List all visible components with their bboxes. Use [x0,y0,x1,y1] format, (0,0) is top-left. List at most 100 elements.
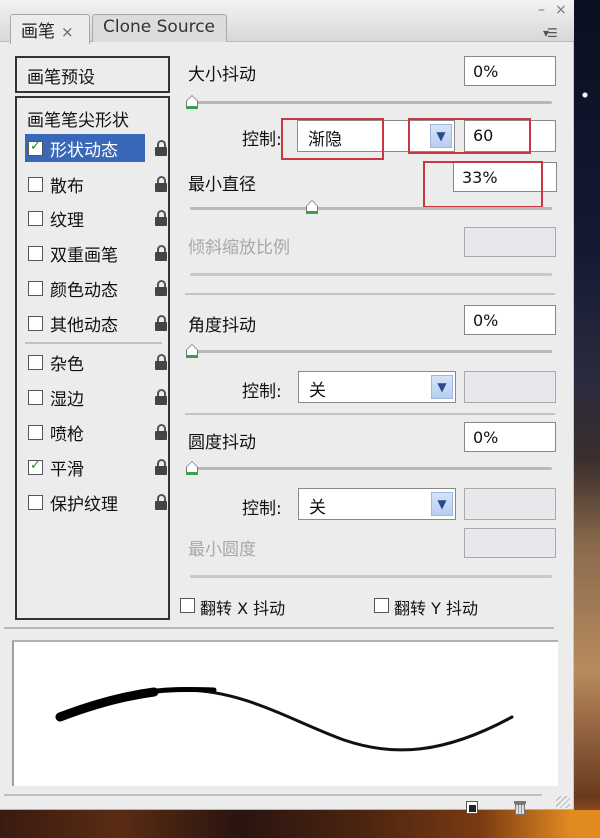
preview-divider [4,627,554,629]
stroke-preview-svg [55,686,514,752]
roundness-jitter-input[interactable]: 0% [464,422,556,452]
lock-icon[interactable] [155,354,169,370]
lock-icon[interactable] [155,176,169,192]
checkbox-noise[interactable] [28,355,43,370]
brush-stroke-preview [12,640,558,786]
panel-titlebar: 画笔 × Clone Source – × ▾☰ [0,0,574,44]
angle-control-value: 关 [309,381,326,401]
list-item-texture[interactable]: 纹理 [25,204,167,232]
lock-icon[interactable] [155,140,169,156]
size-jitter-slider[interactable] [190,101,552,104]
tab-brushes[interactable]: 画笔 × [10,14,90,44]
annotation-box-steps [408,118,531,154]
list-item-smoothing[interactable]: 平滑 [25,453,167,481]
angle-control-select[interactable]: 关 ▼ [298,371,456,403]
size-jitter-label: 大小抖动 [188,65,256,85]
panel-menu-icon[interactable]: ▾☰ [543,26,558,40]
list-item-label: 形状动态 [50,141,118,161]
roundness-jitter-label: 圆度抖动 [188,433,256,453]
list-item-label: 其他动态 [50,316,118,336]
list-item-label: 颜色动态 [50,281,118,301]
list-item-other-dynamics[interactable]: 其他动态 [25,309,167,337]
brush-presets-button[interactable]: 画笔预设 [15,56,170,93]
tilt-scale-label: 倾斜缩放比例 [188,238,290,258]
lock-icon[interactable] [155,389,169,405]
size-jitter-slider-thumb[interactable] [186,95,198,110]
angle-jitter-slider-thumb[interactable] [186,344,198,359]
lock-icon[interactable] [155,210,169,226]
list-divider [25,342,162,344]
min-diameter-slider[interactable] [190,207,552,210]
list-item-label: 散布 [50,177,84,197]
checkbox-smoothing[interactable] [28,458,43,475]
flip-y-checkbox[interactable] [374,598,389,613]
roundness-control-select[interactable]: 关 ▼ [298,488,456,520]
lock-icon[interactable] [155,494,169,510]
list-item-dual-brush[interactable]: 双重画笔 [25,239,167,267]
section-divider [185,293,555,295]
background-bottom-strip [0,810,600,838]
list-item-color-dynamics[interactable]: 颜色动态 [25,274,167,302]
chevron-down-icon[interactable]: ▼ [431,492,453,516]
list-item-scattering[interactable]: 散布 [25,170,167,198]
annotation-box-control [281,118,384,160]
brush-presets-label: 画笔预设 [27,68,95,88]
list-item-protect-texture[interactable]: 保护纹理 [25,488,167,516]
resize-grip[interactable] [556,796,570,808]
checkbox-airbrush[interactable] [28,425,43,440]
roundness-jitter-slider-thumb[interactable] [186,461,198,476]
checkbox-scattering[interactable] [28,177,43,192]
checkbox-shape-dynamics[interactable] [28,139,43,156]
list-item-label: 杂色 [50,355,84,375]
angle-jitter-slider[interactable] [190,350,552,353]
tab-clone-source[interactable]: Clone Source [92,14,227,42]
lock-icon[interactable] [155,315,169,331]
checkbox-color-dynamics[interactable] [28,281,43,296]
annotation-box-min-diameter [423,161,543,208]
checkbox-other-dynamics[interactable] [28,316,43,331]
list-item-label: 纹理 [50,211,84,231]
checkbox-dual-brush[interactable] [28,246,43,261]
angle-jitter-input[interactable]: 0% [464,305,556,335]
flip-x-label: 翻转 X 抖动 [200,599,286,618]
roundness-jitter-slider[interactable] [190,467,552,470]
lock-icon[interactable] [155,245,169,261]
background-lights [570,80,600,110]
list-item-airbrush[interactable]: 喷枪 [25,418,167,446]
min-roundness-slider [190,575,552,578]
list-item-shape-dynamics[interactable]: 形状动态 [25,134,167,162]
close-icon[interactable]: × [555,2,567,18]
angle-control-label: 控制: [242,382,282,402]
min-roundness-input [464,528,556,558]
min-diameter-label: 最小直径 [188,175,256,195]
tab-brushes-label: 画笔 [21,22,55,42]
list-item-label: 喷枪 [50,425,84,445]
list-item-label: 平滑 [50,460,84,480]
list-item-label: 湿边 [50,390,84,410]
flip-y-label: 翻转 Y 抖动 [394,599,478,618]
roundness-control-label: 控制: [242,499,282,519]
angle-jitter-label: 角度抖动 [188,316,256,336]
angle-control-extra-input [464,371,556,403]
minimize-icon[interactable]: – [538,2,545,18]
checkbox-texture[interactable] [28,211,43,226]
list-item-wet-edges[interactable]: 湿边 [25,383,167,411]
lock-icon[interactable] [155,459,169,475]
flip-x-checkbox[interactable] [180,598,195,613]
list-item-label: 保护纹理 [50,495,118,515]
checkbox-protect-texture[interactable] [28,495,43,510]
list-item-noise[interactable]: 杂色 [25,348,167,376]
chevron-down-icon[interactable]: ▼ [431,375,453,399]
min-diameter-slider-thumb[interactable] [306,200,318,215]
checkbox-wet-edges[interactable] [28,390,43,405]
brush-tip-shape-item[interactable]: 画笔笔尖形状 [27,106,129,131]
tab-close-icon[interactable]: × [61,23,74,41]
tilt-scale-input [464,227,556,257]
footer-divider [4,794,542,796]
new-brush-icon[interactable] [464,800,480,816]
size-jitter-input[interactable]: 0% [464,56,556,86]
trash-icon[interactable] [512,800,528,816]
lock-icon[interactable] [155,280,169,296]
lock-icon[interactable] [155,424,169,440]
roundness-control-extra-input [464,488,556,520]
